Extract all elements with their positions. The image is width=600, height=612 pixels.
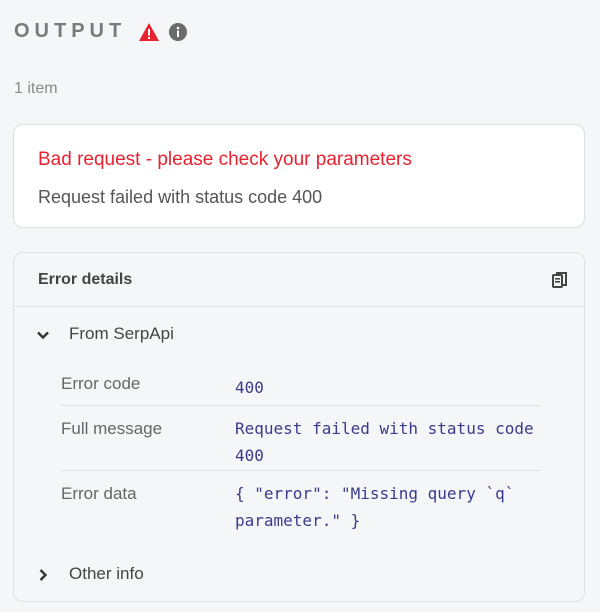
copy-icon[interactable]	[552, 272, 568, 290]
chevron-right-icon	[36, 567, 50, 581]
row-divider	[61, 470, 541, 471]
from-serpapi-label: From SerpApi	[69, 324, 174, 343]
error-code-value: 400	[235, 378, 264, 397]
error-card: Bad request - please check your paramete…	[13, 124, 585, 228]
error-description: Request failed with status code 400	[38, 187, 323, 207]
full-message-label: Full message	[61, 419, 163, 438]
error-data-label: Error data	[61, 484, 137, 503]
error-code-label: Error code	[61, 374, 141, 393]
error-title: Bad request - please check your paramete…	[38, 149, 412, 170]
error-details-header: Error details	[14, 253, 584, 307]
other-info-label: Other info	[69, 564, 144, 583]
item-count: 1 item	[14, 80, 58, 97]
error-details-panel: Error details From SerpApi Error code 40…	[13, 252, 585, 602]
other-info-toggle[interactable]: Other info	[36, 564, 144, 584]
chevron-down-icon	[36, 327, 50, 341]
error-data-value: { "error": "Missing query `q` parameter.…	[235, 484, 515, 530]
full-message-value: Request failed with status code 400	[235, 419, 534, 465]
output-title: OUTPUT	[14, 20, 127, 42]
row-divider	[61, 405, 541, 406]
error-details-title: Error details	[38, 271, 133, 288]
warning-icon	[138, 22, 160, 42]
from-serpapi-toggle[interactable]: From SerpApi	[36, 324, 174, 344]
output-header: OUTPUT	[14, 20, 188, 43]
info-icon[interactable]	[168, 22, 188, 42]
